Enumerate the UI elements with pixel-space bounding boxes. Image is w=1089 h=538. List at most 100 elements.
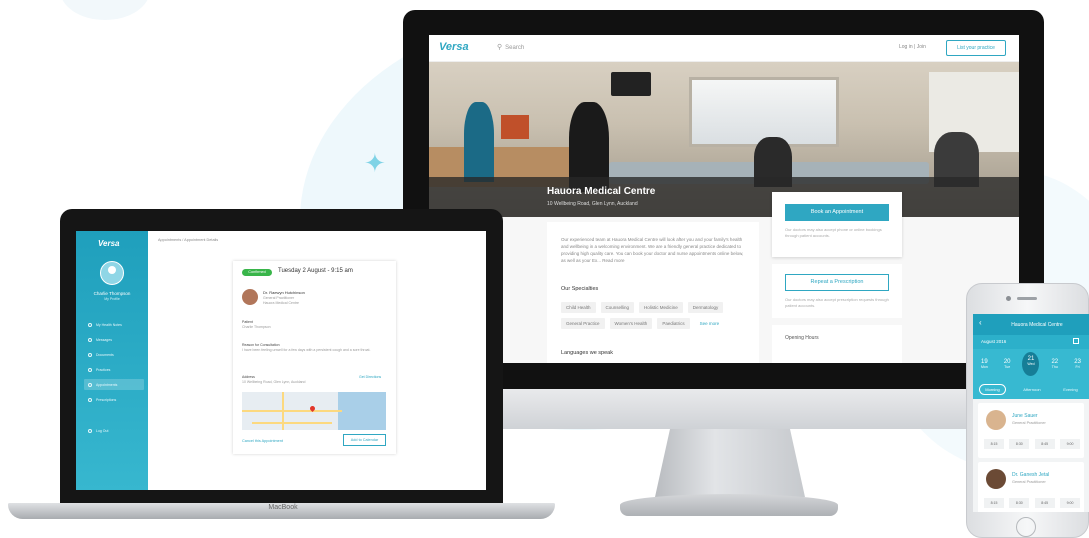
specialty-tag[interactable]: Child Health [561, 302, 596, 313]
time-slot[interactable]: 8:15 [984, 498, 1004, 508]
sidebar-item-practices[interactable]: Practices [84, 364, 144, 375]
specialties-title: Our Specialties [561, 286, 599, 292]
background-blob [60, 0, 150, 20]
address-value: 10 Wellbeing Road, Glen Lynn, Auckland [242, 380, 306, 384]
sidebar-item-label: Documents [96, 352, 114, 357]
phone-header: ‹ Hauora Medical Centre [973, 314, 1089, 335]
logo[interactable]: Versa [439, 41, 469, 53]
month-label[interactable]: August 2016 [981, 339, 1006, 344]
doctor-avatar [986, 469, 1006, 489]
prescription-note: Our doctors may also accept prescription… [785, 297, 889, 308]
time-slots: 8:15 8:30 8:45 9:00 [984, 498, 1080, 508]
tab-morning[interactable]: Morning [979, 383, 1006, 395]
patient-value: Charlie Thompson [242, 325, 271, 329]
breadcrumb[interactable]: Appointments / Appointment Details [158, 238, 218, 242]
doctor-card[interactable]: Dr. Ganesh Jetal General Practitioner 8:… [978, 462, 1084, 512]
hero-window [689, 77, 839, 147]
reason-value: I have been feeling unwell for a few day… [242, 348, 371, 352]
sidebar-item-messages[interactable]: Messages [84, 334, 144, 345]
sidebar-item-documents[interactable]: Documents [84, 349, 144, 360]
hero-tv [611, 72, 651, 96]
hero-photo: Hauora Medical Centre 10 Wellbeing Road,… [429, 62, 1019, 217]
opening-hours-title: Opening Hours [785, 335, 819, 341]
address-label: Address [242, 375, 255, 379]
book-appointment-button[interactable]: Book an Appointment [785, 204, 889, 221]
day-option[interactable]: 22 Thu [1047, 359, 1062, 369]
search-icon: ⚲ [497, 44, 503, 51]
add-to-calendar-button[interactable]: Add to Calendar [343, 434, 386, 446]
user-avatar[interactable] [100, 261, 124, 285]
top-nav: Versa ⚲ Search Log in | Join List your pr… [429, 35, 1019, 62]
get-directions-link[interactable]: Get Directions [359, 375, 381, 379]
sparkle-icon: ✦ [364, 148, 386, 178]
day-picker: 19 Mon 20 Tue 21 Wed 22 Thu 23 Fri [973, 349, 1089, 379]
sidebar-item-health-notes[interactable]: My Health Notes [84, 319, 144, 330]
prescription-icon [88, 397, 92, 402]
phone-camera [1006, 296, 1011, 301]
month-bar: August 2016 [973, 335, 1089, 349]
login-join-link[interactable]: Log in | Join [899, 44, 926, 50]
time-slot[interactable]: 9:00 [1059, 439, 1080, 449]
specialty-tag[interactable]: Women's Health [609, 318, 653, 329]
logout-icon [88, 428, 92, 433]
doctor-role: General Practitioner [263, 296, 295, 300]
message-icon [88, 337, 92, 342]
cancel-appointment-link[interactable]: Cancel this Appointment [242, 439, 283, 443]
time-slots: 8:15 8:30 8:45 9:00 [984, 439, 1080, 449]
time-slot[interactable]: 8:45 [1034, 498, 1055, 508]
specialty-tag[interactable]: Paediatrics [657, 318, 690, 329]
time-slot[interactable]: 8:15 [984, 439, 1004, 449]
day-option[interactable]: 23 Fri [1070, 359, 1085, 369]
appointment-datetime: Tuesday 2 August - 9:15 am [278, 268, 353, 274]
search-field[interactable]: ⚲ Search [497, 43, 524, 51]
specialty-tags: Child Health Counselling Holistic Medici… [561, 302, 751, 329]
user-profile-link[interactable]: My Profile [76, 297, 148, 301]
doctor-avatar [986, 410, 1006, 430]
day-name: Tue [1004, 365, 1011, 369]
appointment-card: Confirmed Tuesday 2 August - 9:15 am Dr.… [233, 261, 396, 454]
day-option[interactable]: 20 Tue [1000, 359, 1015, 369]
sidebar-item-label: Prescriptions [96, 397, 117, 402]
imac-foot [620, 494, 838, 516]
sidebar-item-logout[interactable]: Log Out [84, 425, 144, 436]
search-placeholder: Search [505, 45, 525, 51]
sidebar-item-appointments[interactable]: Appointments [84, 379, 144, 390]
doctor-card[interactable]: June Sauer General Practitioner 8:15 8:3… [978, 403, 1084, 458]
languages-title: Languages we speak [561, 350, 613, 356]
practice-icon [88, 367, 92, 372]
day-option-selected[interactable]: 21 Wed [1022, 352, 1040, 376]
doctor-name: Dr. Raewyn Hutchinson [263, 290, 305, 295]
clinic-body: Our experienced team at Hauora Medical C… [429, 192, 1019, 363]
time-of-day-tabs: Morning Afternoon Evening [973, 379, 1089, 399]
day-option[interactable]: 19 Mon [977, 359, 992, 369]
time-slot[interactable]: 8:45 [1034, 439, 1055, 449]
clinic-name: Hauora Medical Centre [547, 186, 656, 197]
list-practice-button[interactable]: List your practice [946, 40, 1006, 56]
time-slot[interactable]: 8:30 [1009, 498, 1030, 508]
time-slot[interactable]: 9:00 [1059, 498, 1080, 508]
user-name: Charlie Thompson [93, 291, 131, 296]
tab-afternoon[interactable]: Afternoon [1018, 385, 1045, 394]
notes-icon [88, 322, 92, 327]
sidebar-item-prescriptions[interactable]: Prescriptions [84, 394, 144, 405]
see-more-link[interactable]: See more [695, 318, 725, 329]
phone-title: Hauora Medical Centre [1011, 322, 1063, 328]
document-icon [88, 352, 92, 357]
specialty-tag[interactable]: General Practice [561, 318, 605, 329]
sidebar-item-label: Practices [96, 367, 111, 372]
calendar-icon[interactable] [1073, 338, 1079, 344]
calendar-icon [88, 382, 92, 387]
logo[interactable]: Versa [98, 239, 120, 248]
tab-evening[interactable]: Evening [1058, 385, 1082, 394]
specialty-tag[interactable]: Dermatology [687, 302, 724, 313]
doctor-clinic: Hauora Medical Centre [263, 301, 299, 305]
laptop-screen: Versa Charlie Thompson My Profile My Hea… [76, 231, 486, 490]
specialty-tag[interactable]: Holistic Medicine [639, 302, 683, 313]
time-slot[interactable]: 8:30 [1009, 439, 1030, 449]
about-text: Our experienced team at Hauora Medical C… [561, 237, 744, 263]
app-sidebar: Versa Charlie Thompson My Profile My Hea… [76, 231, 148, 490]
location-map[interactable] [242, 392, 386, 430]
back-chevron-icon[interactable]: ‹ [979, 318, 982, 327]
repeat-prescription-button[interactable]: Repeat a Prescription [785, 274, 889, 291]
specialty-tag[interactable]: Counselling [600, 302, 635, 313]
